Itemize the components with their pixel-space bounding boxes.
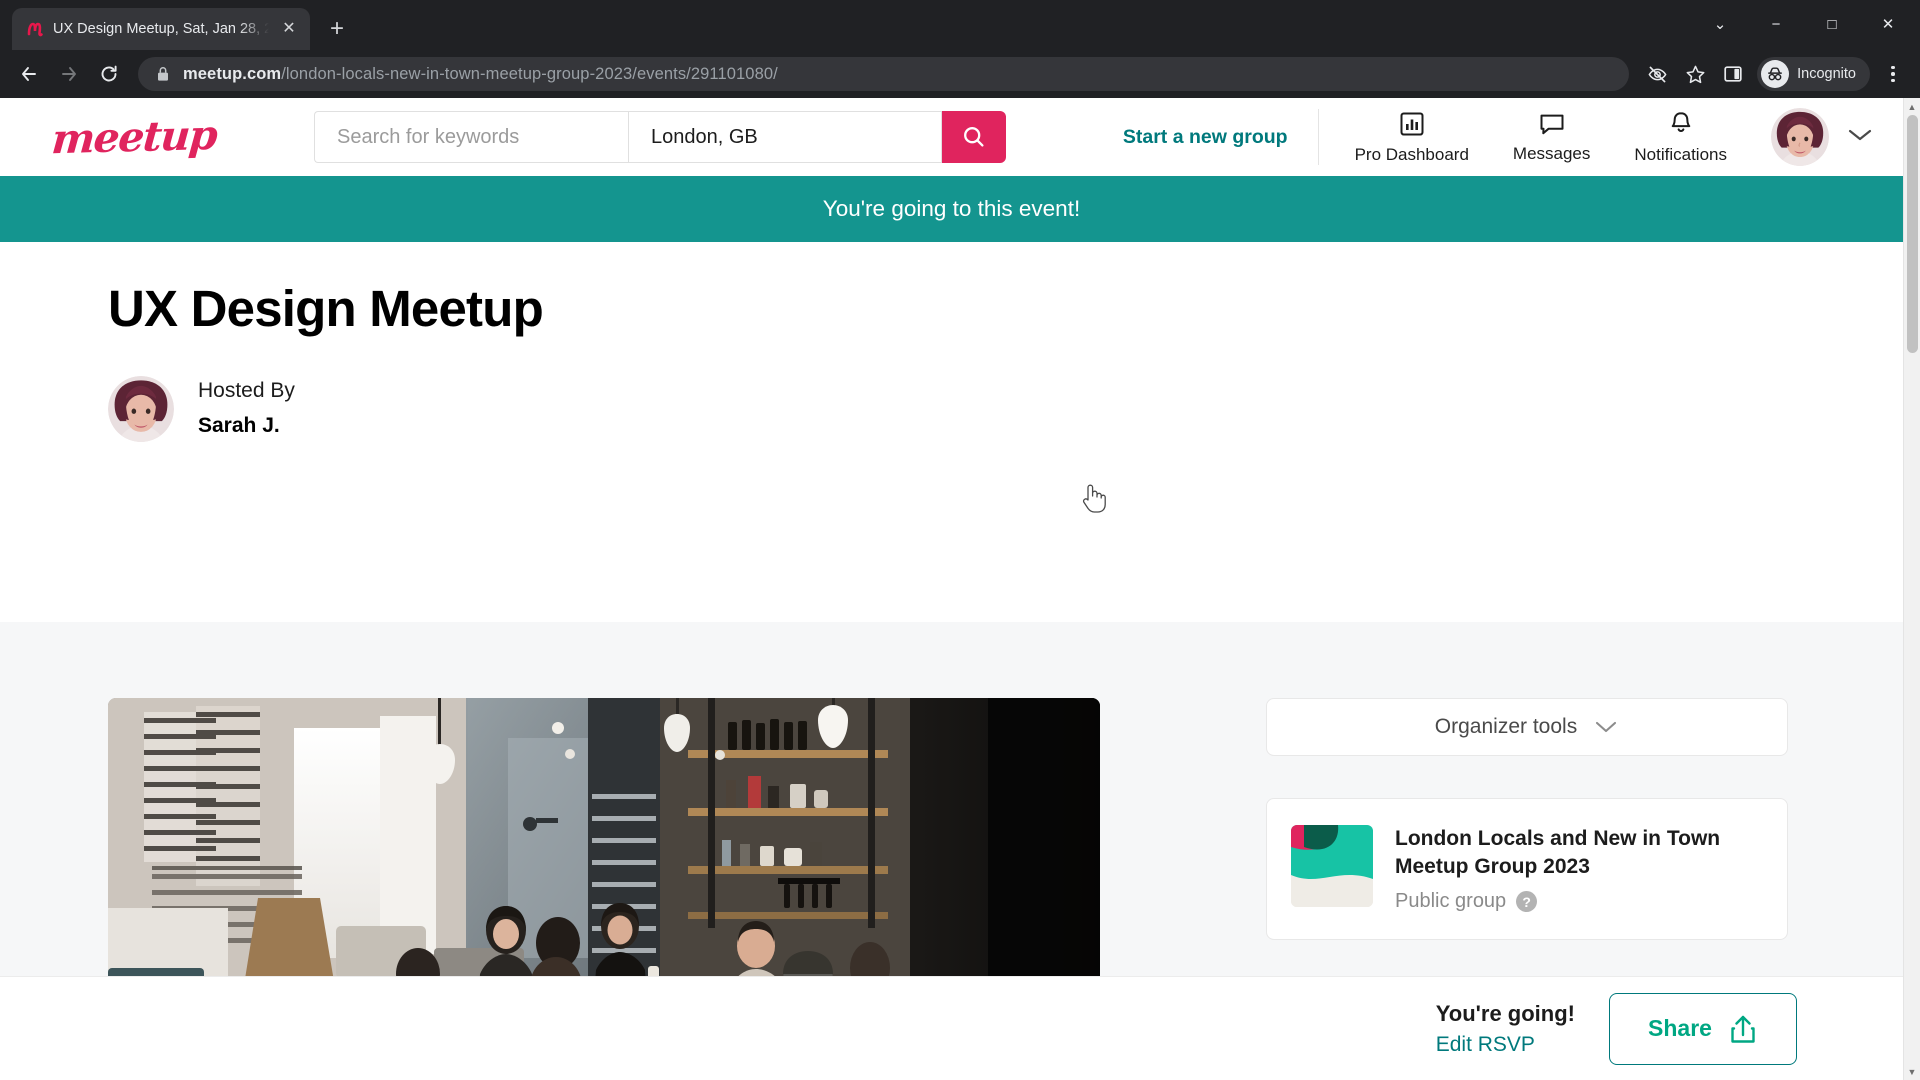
nav-pro-dashboard[interactable]: Pro Dashboard bbox=[1355, 110, 1469, 165]
help-icon[interactable]: ? bbox=[1516, 891, 1538, 913]
share-label: Share bbox=[1648, 1015, 1712, 1041]
group-card[interactable]: London Locals and New in Town Meetup Gro… bbox=[1266, 798, 1788, 941]
tab-search-button[interactable]: ⌄ bbox=[1692, 0, 1748, 48]
tab-close-button[interactable]: ✕ bbox=[278, 18, 300, 40]
group-privacy-row: Public group ? bbox=[1395, 890, 1763, 913]
meetup-logo[interactable]: meetup bbox=[50, 111, 224, 163]
avatar[interactable] bbox=[1771, 108, 1829, 166]
host-name: Sarah J. bbox=[198, 413, 280, 437]
keyword-search-input[interactable]: Search for keywords bbox=[314, 111, 628, 163]
address-bar[interactable]: meetup.com/london-locals-new-in-town-mee… bbox=[138, 57, 1630, 91]
chevron-down-icon[interactable] bbox=[1847, 127, 1873, 148]
browser-tab[interactable]: UX Design Meetup, Sat, Jan 28, 2 ✕ bbox=[12, 8, 310, 50]
scrollbar-track[interactable] bbox=[1904, 115, 1920, 1063]
event-body: SUN, JAN 29 · 1:30 AM IST UX Design Meet… bbox=[0, 622, 1903, 1080]
meetup-page: meetup Search for keywords London, GB St… bbox=[0, 98, 1903, 1080]
new-tab-button[interactable]: + bbox=[320, 12, 354, 46]
url-path: /london-locals-new-in-town-meetup-group-… bbox=[281, 64, 778, 83]
chat-bubble-icon bbox=[1540, 114, 1564, 134]
group-info: London Locals and New in Town Meetup Gro… bbox=[1395, 825, 1763, 913]
side-panel-icon[interactable] bbox=[1715, 56, 1751, 92]
rsvp-sticky-bar: You're going! Edit RSVP Share bbox=[0, 976, 1903, 1080]
hosted-by-label: Hosted By bbox=[198, 379, 295, 403]
incognito-icon bbox=[1761, 60, 1790, 88]
window-controls: ⌄ − □ ✕ bbox=[1692, 0, 1920, 48]
scroll-down-arrow[interactable]: ▼ bbox=[1904, 1063, 1920, 1080]
scrollbar-thumb[interactable] bbox=[1906, 115, 1918, 353]
page-title: UX Design Meetup bbox=[108, 280, 544, 337]
tab-title: UX Design Meetup, Sat, Jan 28, 2 bbox=[53, 21, 269, 37]
header-actions: Start a new group Pro Dashboard Messages… bbox=[1123, 108, 1873, 166]
banner-text: You're going to this event! bbox=[822, 196, 1081, 221]
eye-slash-icon[interactable] bbox=[1639, 56, 1675, 92]
organizer-tools-button[interactable]: Organizer tools bbox=[1266, 698, 1788, 756]
host-row[interactable]: Hosted By Sarah J. bbox=[108, 375, 1903, 442]
browser-toolbar: meetup.com/london-locals-new-in-town-mee… bbox=[0, 50, 1920, 98]
rsvp-status-block: You're going! Edit RSVP bbox=[1436, 1001, 1575, 1057]
meetup-favicon bbox=[26, 20, 44, 38]
url-text: meetup.com/london-locals-new-in-town-mee… bbox=[183, 65, 1615, 84]
group-name: London Locals and New in Town Meetup Gro… bbox=[1395, 827, 1721, 878]
group-privacy: Public group bbox=[1395, 890, 1507, 913]
rsvp-banner: You're going to this event! bbox=[0, 176, 1903, 242]
start-new-group-link[interactable]: Start a new group bbox=[1123, 126, 1288, 149]
nav-label: Notifications bbox=[1634, 144, 1727, 164]
minimize-button[interactable]: − bbox=[1748, 0, 1804, 48]
star-icon[interactable] bbox=[1677, 56, 1713, 92]
nav-notifications[interactable]: Notifications bbox=[1634, 110, 1727, 165]
tab-strip: UX Design Meetup, Sat, Jan 28, 2 ✕ + ⌄ −… bbox=[0, 0, 1920, 50]
host-info: Hosted By Sarah J. bbox=[198, 376, 295, 441]
mouse-cursor bbox=[1078, 480, 1108, 519]
header-divider bbox=[1317, 109, 1319, 165]
chevron-down-icon bbox=[1596, 721, 1617, 733]
search-icon bbox=[964, 127, 984, 147]
reload-button[interactable] bbox=[90, 55, 128, 93]
lock-icon bbox=[154, 65, 172, 83]
event-title-section: UX Design Meetup Hosted By Sarah J. bbox=[0, 242, 1903, 480]
share-button[interactable]: Share bbox=[1609, 992, 1797, 1065]
incognito-label: Incognito bbox=[1797, 66, 1856, 82]
page-scrollbar[interactable]: ▲ ▼ bbox=[1903, 98, 1920, 1080]
keyword-placeholder: Search for keywords bbox=[337, 125, 520, 148]
meetup-header: meetup Search for keywords London, GB St… bbox=[0, 98, 1903, 176]
host-avatar bbox=[108, 375, 174, 442]
location-value: London, GB bbox=[651, 125, 758, 148]
nav-label: Pro Dashboard bbox=[1354, 144, 1469, 164]
edit-rsvp-link[interactable]: Edit RSVP bbox=[1436, 1033, 1575, 1057]
url-domain: meetup.com bbox=[183, 64, 282, 83]
maximize-button[interactable]: □ bbox=[1804, 0, 1860, 48]
page-viewport: meetup Search for keywords London, GB St… bbox=[0, 98, 1920, 1080]
rsvp-status: You're going! bbox=[1435, 1000, 1575, 1026]
bell-icon bbox=[1671, 111, 1690, 132]
nav-messages[interactable]: Messages bbox=[1513, 111, 1590, 164]
share-upload-icon bbox=[1731, 1015, 1755, 1043]
search-bar: Search for keywords London, GB bbox=[314, 111, 1006, 163]
forward-button[interactable] bbox=[50, 55, 88, 93]
nav-label: Messages bbox=[1512, 143, 1591, 163]
bar-chart-icon bbox=[1400, 112, 1424, 135]
location-search-input[interactable]: London, GB bbox=[628, 111, 942, 163]
search-button[interactable] bbox=[942, 111, 1006, 163]
browser-menu-button[interactable] bbox=[1876, 55, 1910, 93]
back-button[interactable] bbox=[10, 55, 48, 93]
organizer-tools-label: Organizer tools bbox=[1434, 715, 1578, 738]
group-logo bbox=[1291, 825, 1373, 907]
browser-window: UX Design Meetup, Sat, Jan 28, 2 ✕ + ⌄ −… bbox=[0, 0, 1920, 1080]
scroll-up-arrow[interactable]: ▲ bbox=[1904, 98, 1920, 115]
close-window-button[interactable]: ✕ bbox=[1860, 0, 1916, 48]
incognito-indicator[interactable]: Incognito bbox=[1757, 57, 1870, 91]
